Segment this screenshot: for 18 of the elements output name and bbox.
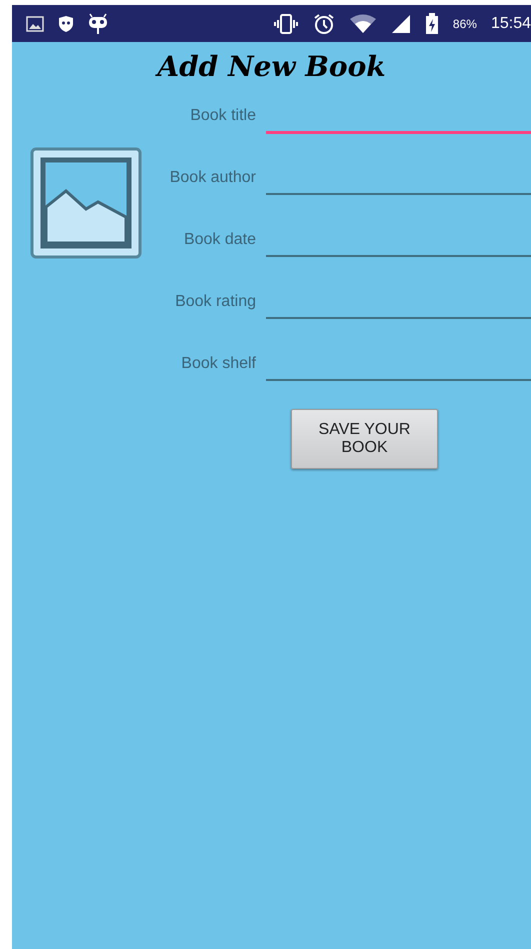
wifi-icon — [348, 14, 377, 34]
robot-icon — [88, 12, 108, 34]
battery-charging-icon — [424, 12, 439, 34]
field-label: Book author — [168, 169, 256, 187]
battery-percentage: 86% — [452, 16, 477, 30]
clock-time: 15:54 — [490, 14, 531, 32]
vibrate-icon — [272, 12, 299, 34]
shield-icon — [58, 14, 74, 32]
image-placeholder-icon — [30, 147, 142, 259]
field-label: Book date — [182, 231, 256, 249]
signal-icon — [390, 14, 411, 34]
alarm-icon — [312, 12, 335, 34]
field-label: Book rating — [174, 293, 256, 311]
page-title: Add New Book — [157, 50, 386, 83]
save-button[interactable]: SAVE YOUR BOOK — [291, 409, 438, 469]
field-label: Book title — [189, 107, 256, 125]
image-icon — [26, 16, 44, 32]
field-label: Book shelf — [180, 355, 256, 373]
